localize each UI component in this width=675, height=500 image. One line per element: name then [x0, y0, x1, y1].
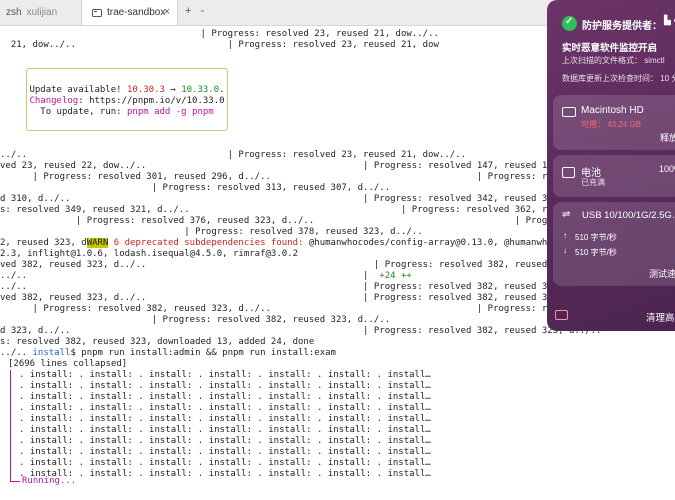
terminal-line: ../.. | +24 ++	[0, 271, 412, 281]
tab-subtitle: xulijian	[26, 7, 58, 18]
provider-logo-icon: ▙ ●●	[664, 15, 675, 25]
warn-line: 2, reused 323, dWARN 6 deprecated subdep…	[0, 238, 607, 248]
terminal-line: ved 382, reused 323, d../.. | Progress: …	[0, 260, 613, 270]
realtime-protection-text: 实时恶意软件监控开启	[562, 43, 658, 54]
update-command-line: To update, run: pnpm add -g pnpm	[40, 107, 214, 117]
terminal-line: ved 23, reused 22, dow../.. | Progress: …	[0, 161, 602, 171]
tab-trae-sandbox[interactable]: trae-sandbox ×	[82, 0, 178, 25]
terminal-line: | Progress: resolved 378, reused 323, d.…	[0, 227, 423, 237]
install-row: . install: . install: . install: . insta…	[19, 447, 431, 457]
add-tab-icon[interactable]: +	[185, 5, 191, 17]
install-row: . install: . install: . install: . insta…	[19, 381, 431, 391]
tab-title: trae-sandbox	[107, 7, 166, 18]
tab-title: zsh	[6, 7, 22, 18]
update-notice-box: Update available! 10.30.3 → 10.33.0. Cha…	[26, 68, 228, 131]
ethernet-icon: ⇌	[562, 209, 571, 220]
disk-name: Macintosh HD	[581, 105, 644, 116]
clean-icon	[555, 310, 568, 320]
battery-card[interactable]: 电池 已充满 100%	[553, 155, 675, 197]
battery-status: 已充满	[581, 178, 605, 187]
battery-percent: 100%	[659, 164, 675, 174]
terminal-line: 21, dow../.. | Progress: resolved 23, re…	[0, 40, 439, 50]
clean-button[interactable]: 清理高速	[646, 310, 675, 324]
last-scan-text: 上次扫描的文件格式： simctl	[562, 56, 665, 65]
terminal-line: ved 382, reused 323, d../.. | Progress: …	[0, 293, 602, 303]
install-row: . install: . install: . install: . insta…	[19, 458, 431, 468]
install-row: . install: . install: . install: . insta…	[19, 403, 431, 413]
install-row: . install: . install: . install: . insta…	[19, 370, 431, 380]
close-icon[interactable]: ×	[164, 6, 170, 18]
task-bracket	[10, 370, 11, 481]
network-name: USB 10/100/1G/2.5G…	[582, 210, 675, 221]
terminal-line: d 323, d../.. | Progress: resolved 382, …	[0, 326, 602, 336]
disk-icon	[562, 107, 576, 117]
db-update-text: 数据库更新上次检查时间： 10 分钟	[562, 74, 675, 83]
terminal-line: s: resolved 349, reused 321, d../.. | Pr…	[0, 205, 629, 215]
install-row: . install: . install: . install: . insta…	[19, 436, 431, 446]
running-status: Running...	[22, 476, 77, 486]
tab-zsh[interactable]: zsh xulijian	[0, 0, 82, 25]
terminal-line: d 310, d../.. | Progress: resolved 342, …	[0, 194, 602, 204]
changelog-line: Changelog: https://pnpm.io/v/10.33.0	[29, 96, 225, 106]
terminal-line: ../.. | Progress: resolved 23, reused 21…	[0, 150, 466, 160]
task-bracket-end	[10, 481, 20, 482]
network-card[interactable]: ⇌ USB 10/100/1G/2.5G… ↑ 510 字节/秒 ↓ 510 字…	[553, 202, 675, 286]
update-line: Update available! 10.30.3 → 10.33.0.	[29, 85, 225, 95]
terminal-line: | Progress: resolved 382, reused 323, d.…	[0, 304, 634, 314]
install-row: . install: . install: . install: . insta…	[19, 469, 431, 479]
terminal-line: ../.. | Progress: resolved 382, reused 3…	[0, 282, 602, 292]
download-speed: 510 字节/秒	[575, 248, 617, 257]
provider-label: 防护服务提供者：	[582, 21, 662, 32]
download-arrow-icon: ↓	[563, 246, 567, 255]
install-row: . install: . install: . install: . insta…	[19, 414, 431, 424]
terminal-icon	[92, 8, 102, 17]
disk-card[interactable]: Macintosh HD 可用： 43.24 GB 释放	[553, 95, 675, 150]
terminal-line: | Progress: resolved 301, reused 296, d.…	[0, 172, 634, 182]
terminal-line: 2.3, inflight@1.0.6, lodash.isequal@4.5.…	[0, 249, 299, 259]
warn-badge: WARN	[86, 238, 109, 248]
test-speed-button[interactable]: 测试速度	[649, 267, 675, 280]
terminal-line: s: resolved 382, reused 323, downloaded …	[0, 337, 315, 347]
terminal-line: | Progress: resolved 313, reused 307, d.…	[0, 183, 640, 193]
terminal-line: | Progress: resolved 382, reused 323, d.…	[0, 315, 640, 325]
battery-icon	[562, 167, 575, 178]
chevron-down-icon[interactable]: ⌄	[199, 5, 206, 14]
install-row: . install: . install: . install: . insta…	[19, 392, 431, 402]
terminal-line: | Progress: resolved 376, reused 323, d.…	[0, 216, 624, 226]
install-row: . install: . install: . install: . insta…	[19, 425, 431, 435]
free-up-button[interactable]: 释放	[660, 131, 675, 144]
upload-arrow-icon: ↑	[563, 231, 567, 240]
upload-speed: 510 字节/秒	[575, 233, 617, 242]
system-status-panel: ✓ 防护服务提供者： ▙ ●● 实时恶意软件监控开启 上次扫描的文件格式： si…	[547, 0, 675, 331]
collapsed-notice[interactable]: [2696 lines collapsed]	[8, 359, 127, 370]
disk-available: 可用： 43.24 GB	[581, 120, 642, 129]
shield-check-icon: ✓	[562, 16, 577, 31]
prompt-line: ../.. install$ pnpm run install:admin &&…	[0, 348, 336, 358]
